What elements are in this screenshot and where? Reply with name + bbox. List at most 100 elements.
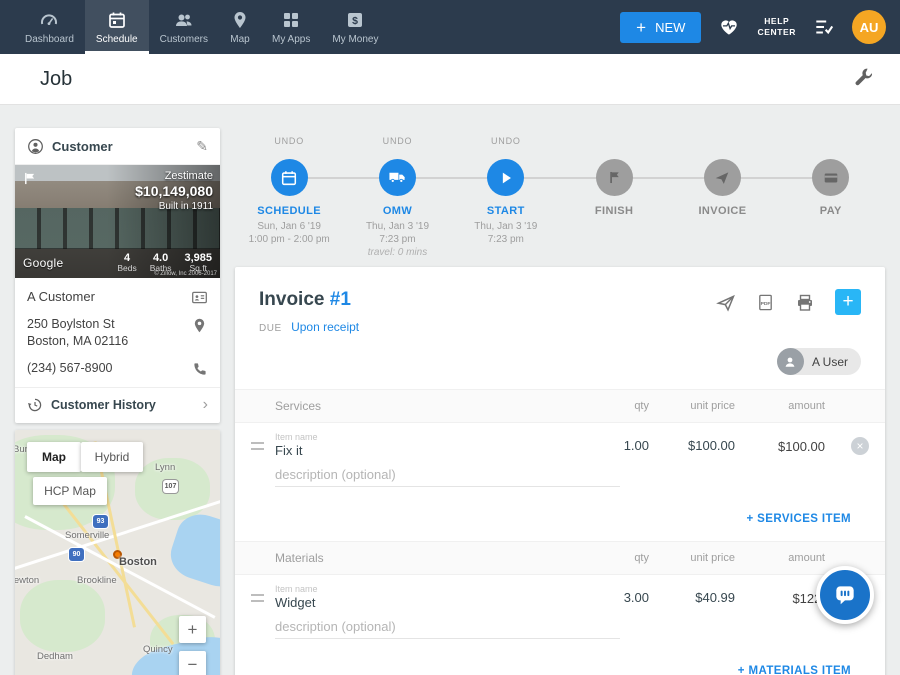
nav-customers[interactable]: Customers [149, 0, 219, 54]
drag-handle-icon[interactable] [251, 442, 264, 450]
finish-step-circle[interactable] [596, 159, 633, 196]
new-button[interactable]: + NEW [620, 12, 701, 43]
assignee-avatar [777, 348, 804, 375]
schedule-step-circle[interactable] [271, 159, 308, 196]
assignee-row: A User [235, 336, 885, 375]
step-label: START [452, 205, 560, 217]
map-label-somerville: Somerville [65, 530, 109, 541]
nav-dashboard[interactable]: Dashboard [14, 0, 85, 54]
map-pin-icon [230, 10, 250, 30]
step-omw[interactable]: UNDO OMW Thu, Jan 3 '19 7:23 pm travel: … [343, 136, 451, 259]
i93-shield: 93 [93, 515, 108, 528]
customer-history-row[interactable]: Customer History › [15, 387, 220, 423]
nav-my-apps[interactable]: My Apps [261, 0, 321, 54]
material-name-input[interactable] [275, 595, 564, 610]
zoom-out-button[interactable]: − [179, 651, 206, 675]
item-name-label: Item name [275, 432, 579, 442]
nav-right: + NEW HELP CENTER AU [620, 0, 900, 54]
undo-schedule-link[interactable]: UNDO [235, 136, 343, 150]
page-header: Job [0, 54, 900, 105]
map-water-harbor [165, 508, 220, 593]
svg-text:$: $ [352, 15, 358, 27]
top-nav: Dashboard Schedule Customers Map My Apps… [0, 0, 900, 54]
new-button-label: NEW [655, 20, 685, 35]
nav-my-money[interactable]: $ My Money [321, 0, 389, 54]
step-label: OMW [343, 205, 451, 217]
materials-title: Materials [275, 551, 579, 565]
truck-icon [388, 168, 407, 187]
send-invoice-icon[interactable] [716, 293, 736, 318]
edit-customer-icon[interactable]: ✎ [196, 138, 208, 155]
material-description-input[interactable] [275, 619, 620, 639]
step-finish[interactable]: FINISH [560, 136, 668, 259]
map-card: Burlington Lynn 107 93 Somerville 90 Bos… [15, 430, 220, 675]
send-icon [713, 169, 731, 187]
material-qty-input[interactable] [579, 590, 649, 605]
step-start[interactable]: UNDO START Thu, Jan 3 '19 7:23 pm [452, 136, 560, 259]
health-heart-icon[interactable] [718, 16, 740, 38]
pdf-icon[interactable]: PDF [756, 293, 775, 317]
hcp-map-button[interactable]: HCP Map [33, 477, 107, 505]
start-step-circle[interactable] [487, 159, 524, 196]
money-icon: $ [345, 10, 365, 30]
service-description-input[interactable] [275, 467, 620, 487]
map-park-area [20, 580, 105, 652]
job-progress-stepper: UNDO SCHEDULE Sun, Jan 6 '19 1:00 pm - 2… [235, 136, 885, 259]
omw-step-circle[interactable] [379, 159, 416, 196]
due-label: DUE [259, 323, 282, 334]
step-date: Thu, Jan 3 '19 [343, 220, 451, 233]
svg-text:PDF: PDF [761, 301, 771, 307]
col-qty: qty [579, 552, 649, 564]
help-center-link[interactable]: HELP CENTER [757, 16, 796, 39]
chat-support-button[interactable] [816, 566, 874, 624]
user-avatar[interactable]: AU [852, 10, 886, 44]
invoice-step-circle[interactable] [704, 159, 741, 196]
service-amount: $100.00 [735, 439, 825, 454]
route-107-shield: 107 [163, 480, 178, 493]
nav-label: My Apps [272, 34, 310, 45]
customer-name-row: A Customer [27, 288, 208, 306]
material-unit-price-input[interactable] [649, 590, 735, 605]
contact-card-icon[interactable] [191, 289, 208, 306]
step-schedule[interactable]: UNDO SCHEDULE Sun, Jan 6 '19 1:00 pm - 2… [235, 136, 343, 259]
assignee-name: A User [812, 355, 848, 369]
undo-omw-link[interactable]: UNDO [343, 136, 451, 150]
add-services-item-link[interactable]: + SERVICES ITEM [746, 513, 851, 525]
add-invoice-item-button[interactable]: + [835, 289, 861, 315]
print-icon[interactable] [795, 293, 815, 318]
remove-service-item-button[interactable]: × [851, 437, 869, 455]
google-logo: Google [23, 256, 104, 270]
undo-start-link[interactable]: UNDO [452, 136, 560, 150]
step-invoice[interactable]: INVOICE [668, 136, 776, 259]
checklist-icon[interactable] [813, 16, 835, 38]
step-pay[interactable]: PAY [777, 136, 885, 259]
customer-card-header: Customer ✎ [15, 128, 220, 165]
undo-spacer [777, 136, 885, 150]
assignee-chip[interactable]: A User [777, 348, 861, 375]
service-qty-input[interactable] [579, 438, 649, 453]
invoice-actions: PDF + [716, 289, 861, 336]
service-name-input[interactable] [275, 443, 564, 458]
play-icon [497, 169, 515, 187]
zestimate-block: Zestimate $10,149,080 Built in 1911 [135, 170, 213, 212]
job-tools-icon[interactable] [853, 66, 874, 92]
map-type-hybrid-button[interactable]: Hybrid [81, 442, 143, 472]
nav-map[interactable]: Map [219, 0, 261, 54]
streetview-icon[interactable] [23, 172, 36, 190]
material-description-row [235, 614, 885, 651]
due-terms-link[interactable]: Upon receipt [291, 320, 359, 334]
contact-block: A Customer 250 Boylston St Boston, MA 02… [15, 278, 220, 387]
undo-spacer [668, 136, 776, 150]
step-travel: travel: 0 mins [343, 246, 451, 259]
nav-schedule[interactable]: Schedule [85, 0, 149, 54]
map-label-quincy: Quincy [143, 644, 173, 655]
zoom-in-button[interactable]: + [179, 616, 206, 643]
location-pin-icon[interactable] [191, 317, 208, 334]
map-type-map-button[interactable]: Map [27, 442, 81, 472]
step-time: 1:00 pm - 2:00 pm [235, 233, 343, 246]
add-materials-item-link[interactable]: + MATERIALS ITEM [738, 665, 851, 675]
service-unit-price-input[interactable] [649, 438, 735, 453]
pay-step-circle[interactable] [812, 159, 849, 196]
phone-icon[interactable] [192, 361, 208, 377]
drag-handle-icon[interactable] [251, 594, 264, 602]
